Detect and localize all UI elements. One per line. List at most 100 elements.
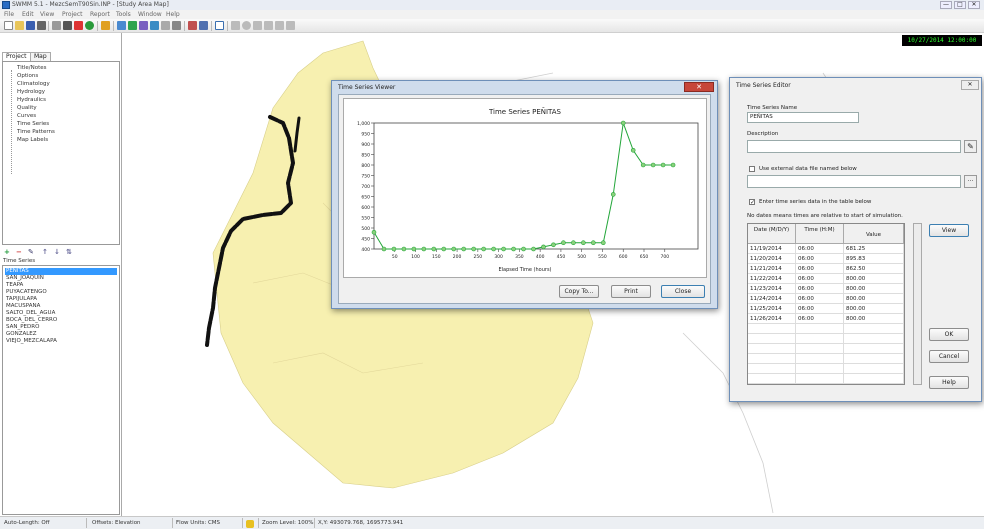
empty-cell[interactable] xyxy=(844,334,904,344)
list-item[interactable]: BOCA_DEL_CERRO xyxy=(5,317,117,324)
cell-time[interactable]: 06:00 xyxy=(796,304,844,314)
viewer-close-icon[interactable]: ✕ xyxy=(684,82,714,92)
tree-item-title-notes[interactable]: Title/Notes xyxy=(17,65,47,71)
zoom-out-icon[interactable] xyxy=(264,21,273,30)
minimize-button[interactable]: — xyxy=(940,1,952,9)
description-input[interactable] xyxy=(747,140,961,153)
empty-cell[interactable] xyxy=(796,324,844,334)
cell-date[interactable]: 11/22/2014 xyxy=(748,274,796,284)
sigma-icon[interactable] xyxy=(172,21,181,30)
cell-time[interactable]: 06:00 xyxy=(796,284,844,294)
empty-cell[interactable] xyxy=(748,344,796,354)
menu-project[interactable]: Project xyxy=(62,11,83,18)
graph-icon[interactable] xyxy=(117,21,126,30)
zoom-in-icon[interactable] xyxy=(253,21,262,30)
cell-value[interactable]: 800.00 xyxy=(844,304,904,314)
empty-cell[interactable] xyxy=(748,334,796,344)
cell-time[interactable]: 06:00 xyxy=(796,254,844,264)
copy-icon[interactable] xyxy=(52,21,61,30)
table-icon[interactable] xyxy=(150,21,159,30)
delete-object-button[interactable]: − xyxy=(16,248,22,256)
menu-file[interactable]: File xyxy=(4,11,14,18)
empty-cell[interactable] xyxy=(796,344,844,354)
help-button[interactable]: Help xyxy=(929,376,969,389)
empty-cell[interactable] xyxy=(844,354,904,364)
tree-item-quality[interactable]: Quality xyxy=(17,105,37,111)
move-down-button[interactable]: ↓ xyxy=(54,248,60,256)
flow-units-status[interactable]: Flow Units: CMS xyxy=(176,520,220,526)
cell-value[interactable]: 862.50 xyxy=(844,264,904,274)
browse-file-button[interactable]: ··· xyxy=(964,175,977,188)
menu-tools[interactable]: Tools xyxy=(116,11,131,18)
empty-cell[interactable] xyxy=(844,324,904,334)
tree-item-hydraulics[interactable]: Hydraulics xyxy=(17,97,46,103)
cell-date[interactable]: 11/21/2014 xyxy=(748,264,796,274)
tree-item-time-series[interactable]: Time Series xyxy=(17,121,49,127)
empty-cell[interactable] xyxy=(748,324,796,334)
tree-item-climatology[interactable]: Climatology xyxy=(17,81,50,87)
offsets-status[interactable]: Offsets: Elevation xyxy=(92,520,141,526)
list-item[interactable]: GONZALEZ xyxy=(5,331,117,338)
print-icon[interactable] xyxy=(37,21,46,30)
empty-cell[interactable] xyxy=(796,354,844,364)
tree-item-map-labels[interactable]: Map Labels xyxy=(17,137,48,143)
profile-icon[interactable] xyxy=(128,21,137,30)
empty-cell[interactable] xyxy=(748,374,796,384)
list-item[interactable]: TEAPA xyxy=(5,282,117,289)
cell-value[interactable]: 800.00 xyxy=(844,274,904,284)
run-icon[interactable] xyxy=(85,21,94,30)
list-item[interactable]: TAPIJULAPA xyxy=(5,296,117,303)
query-icon[interactable] xyxy=(74,21,83,30)
menu-view[interactable]: View xyxy=(40,11,54,18)
maximize-button[interactable]: □ xyxy=(954,1,966,9)
editor-close-icon[interactable]: ✕ xyxy=(961,80,979,90)
cell-date[interactable]: 11/20/2014 xyxy=(748,254,796,264)
series-name-input[interactable]: PEÑITAS xyxy=(747,112,859,123)
cancel-button[interactable]: Cancel xyxy=(929,350,969,363)
cell-value[interactable]: 681.25 xyxy=(844,244,904,254)
save-icon[interactable] xyxy=(26,21,35,30)
empty-cell[interactable] xyxy=(748,354,796,364)
list-item[interactable]: SALTO_DEL_AGUA xyxy=(5,310,117,317)
cell-date[interactable]: 11/23/2014 xyxy=(748,284,796,294)
close-viewer-button[interactable]: Close xyxy=(661,285,705,298)
cell-date[interactable]: 11/25/2014 xyxy=(748,304,796,314)
print-button[interactable]: Print xyxy=(611,285,651,298)
tab-project[interactable]: Project xyxy=(2,52,31,61)
cell-value[interactable]: 800.00 xyxy=(844,284,904,294)
copy-to-button[interactable]: Copy To... xyxy=(559,285,599,298)
tab-map[interactable]: Map xyxy=(30,52,51,61)
edit-object-button[interactable]: ✎ xyxy=(28,248,34,256)
cell-value[interactable]: 800.00 xyxy=(844,314,904,324)
empty-cell[interactable] xyxy=(796,334,844,344)
tree-item-options[interactable]: Options xyxy=(17,73,38,79)
empty-cell[interactable] xyxy=(844,374,904,384)
view-button[interactable]: View xyxy=(929,224,969,237)
column-header-date[interactable]: Date (M/D/Y) xyxy=(748,224,796,244)
auto-length-status[interactable]: Auto-Length: Off xyxy=(4,520,50,526)
column-header-time[interactable]: Time (H:M) xyxy=(796,224,844,244)
list-item[interactable]: MACUSPANA xyxy=(5,303,117,310)
tree-item-hydrology[interactable]: Hydrology xyxy=(17,89,45,95)
tree-item-time-patterns[interactable]: Time Patterns xyxy=(17,129,55,135)
list-item[interactable]: VIEJO_MEZCALAPA xyxy=(5,338,117,345)
table-scrollbar[interactable] xyxy=(913,223,922,385)
lightning-icon[interactable] xyxy=(101,21,110,30)
tree-item-curves[interactable]: Curves xyxy=(17,113,36,119)
empty-cell[interactable] xyxy=(844,344,904,354)
pan-icon[interactable] xyxy=(242,21,251,30)
file-path-input[interactable] xyxy=(747,175,961,188)
empty-cell[interactable] xyxy=(748,364,796,374)
column-header-value[interactable]: Value xyxy=(844,224,904,244)
ok-button[interactable]: OK xyxy=(929,328,969,341)
cell-time[interactable]: 06:00 xyxy=(796,244,844,254)
scatter-icon[interactable] xyxy=(139,21,148,30)
add-object-button[interactable]: + xyxy=(4,248,10,256)
use-file-checkbox[interactable] xyxy=(749,166,755,172)
cell-time[interactable]: 06:00 xyxy=(796,294,844,304)
cell-time[interactable]: 06:00 xyxy=(796,314,844,324)
chart-options-icon[interactable] xyxy=(161,21,170,30)
select-arrow-icon[interactable] xyxy=(215,21,224,30)
full-extent-icon[interactable] xyxy=(275,21,284,30)
cell-date[interactable]: 11/19/2014 xyxy=(748,244,796,254)
